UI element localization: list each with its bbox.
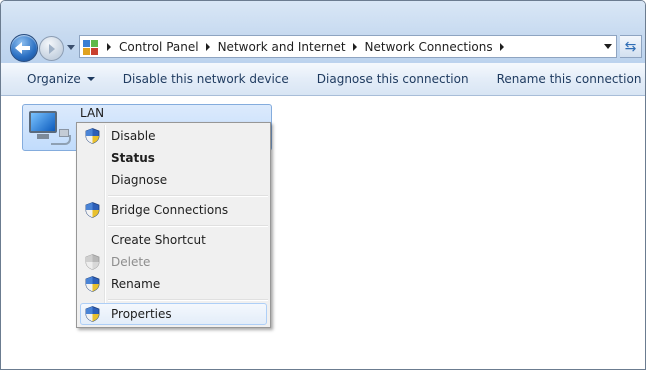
- menu-item-label: Diagnose: [111, 173, 168, 187]
- uac-shield-icon: [85, 202, 100, 218]
- address-bar[interactable]: Control Panel Network and Internet Netwo…: [79, 35, 617, 58]
- navigation-bar: Control Panel Network and Internet Netwo…: [1, 1, 645, 63]
- forward-button[interactable]: [39, 36, 64, 61]
- organize-label: Organize: [27, 72, 81, 86]
- breadcrumb-network-and-internet[interactable]: Network and Internet: [218, 40, 346, 54]
- breadcrumb-network-connections[interactable]: Network Connections: [365, 40, 493, 54]
- uac-shield-icon: [85, 276, 100, 292]
- connection-name: LAN: [80, 106, 105, 120]
- refresh-icon: ⇆: [624, 38, 637, 55]
- breadcrumb-separator-icon[interactable]: [205, 42, 210, 51]
- network-adapter-icon: [27, 109, 71, 149]
- disable-device-button[interactable]: Disable this network device: [109, 72, 303, 86]
- menu-separator: [108, 299, 268, 301]
- back-button[interactable]: [10, 34, 38, 62]
- breadcrumb-control-panel[interactable]: Control Panel: [119, 40, 199, 54]
- menu-item-label: Create Shortcut: [111, 233, 206, 247]
- menu-item-disable[interactable]: Disable: [80, 125, 267, 147]
- menu-item-label: Properties: [111, 307, 172, 321]
- command-bar: Organize Disable this network device Dia…: [1, 63, 645, 96]
- menu-item-status[interactable]: Status: [80, 147, 267, 169]
- menu-separator: [108, 225, 268, 227]
- menu-item-delete: Delete: [80, 251, 267, 273]
- menu-item-diagnose[interactable]: Diagnose: [80, 169, 267, 191]
- menu-separator: [108, 195, 268, 197]
- breadcrumb-separator-icon[interactable]: [499, 42, 504, 51]
- refresh-button[interactable]: ⇆: [620, 35, 642, 58]
- control-panel-icon: [82, 38, 100, 56]
- menu-item-label: Disable: [111, 129, 156, 143]
- menu-item-label: Bridge Connections: [111, 203, 229, 217]
- context-menu: Disable Status Diagnose Bridge Connectio…: [76, 122, 271, 328]
- breadcrumb-separator-icon[interactable]: [352, 42, 357, 51]
- menu-item-label: Delete: [111, 255, 151, 269]
- menu-item-label: Rename: [111, 277, 161, 291]
- menu-item-label: Status: [111, 151, 155, 165]
- menu-item-properties[interactable]: Properties: [80, 303, 267, 325]
- chevron-down-icon: [86, 77, 95, 81]
- recent-pages-dropdown[interactable]: [67, 45, 75, 50]
- diagnose-connection-button[interactable]: Diagnose this connection: [303, 72, 483, 86]
- organize-button[interactable]: Organize: [1, 72, 109, 86]
- uac-shield-icon: [85, 306, 100, 322]
- rename-connection-button[interactable]: Rename this connection: [483, 72, 645, 86]
- menu-item-create-shortcut[interactable]: Create Shortcut: [80, 229, 267, 251]
- uac-shield-icon: [85, 254, 100, 270]
- address-dropdown-icon[interactable]: [604, 44, 612, 49]
- menu-item-rename[interactable]: Rename: [80, 273, 267, 295]
- breadcrumb-separator-icon[interactable]: [107, 42, 111, 51]
- menu-item-bridge-connections[interactable]: Bridge Connections: [80, 199, 267, 221]
- uac-shield-icon: [85, 128, 100, 144]
- explorer-window: Control Panel Network and Internet Netwo…: [0, 0, 646, 370]
